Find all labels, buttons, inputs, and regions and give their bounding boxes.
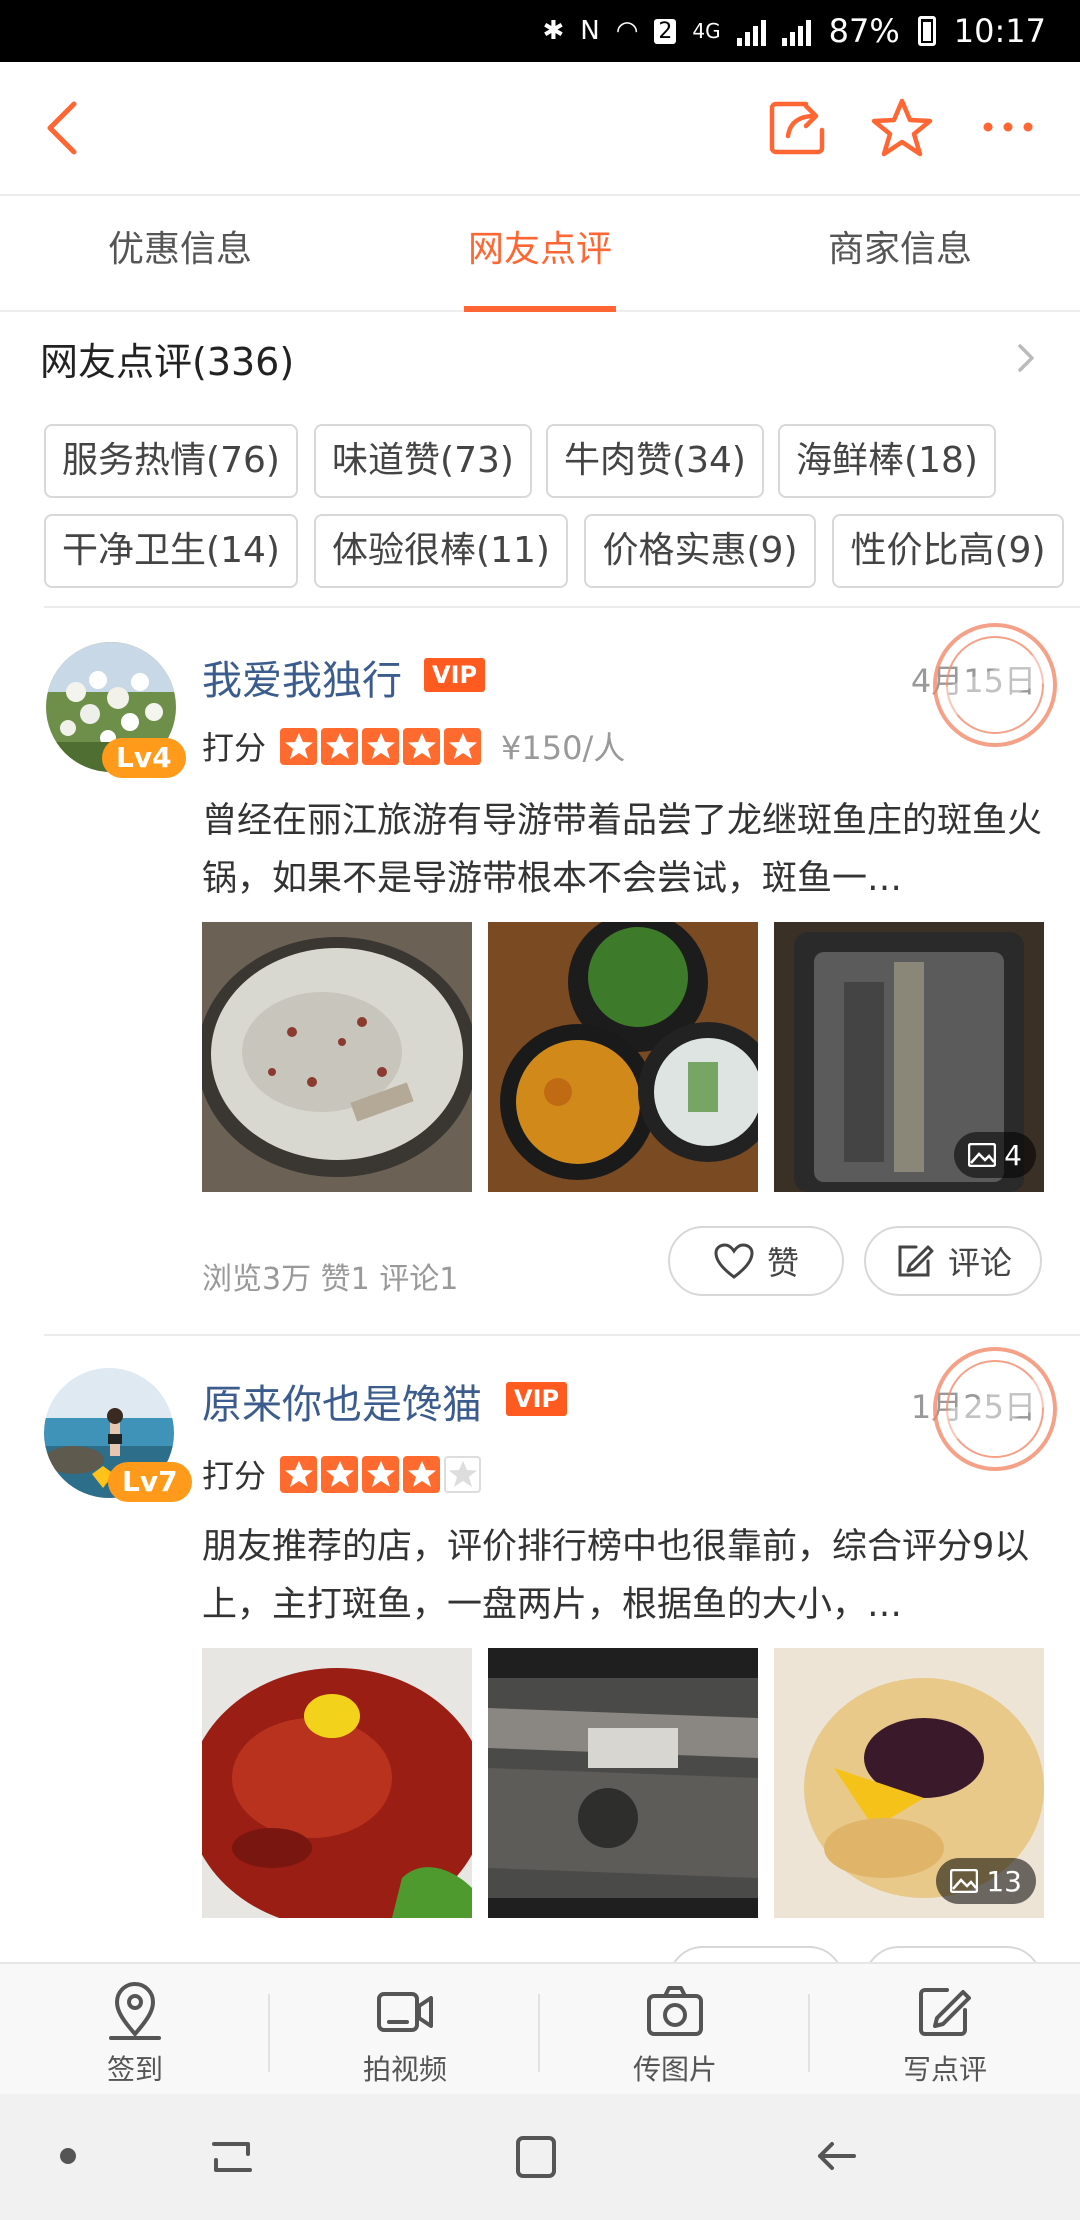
review-card[interactable]: Lv7 原来你也是馋猫 VIP 1月25日 打分 朋友推荐的店，评价排行榜中也很…	[0, 1334, 1080, 2016]
star-icon	[362, 1455, 400, 1493]
top-nav	[0, 62, 1080, 196]
star-icon	[403, 727, 441, 765]
tab-reviews[interactable]: 网友点评	[390, 196, 690, 312]
rating-row: 打分	[202, 1454, 482, 1495]
star-rating	[280, 1455, 482, 1493]
location-pin-icon	[109, 1982, 161, 2040]
tag-chip[interactable]: 性价比高(9)	[832, 514, 1064, 588]
sim-indicator: 2	[654, 18, 677, 44]
clock: 10:17	[953, 12, 1046, 50]
comment-button[interactable]: 评论	[864, 1226, 1042, 1296]
review-username[interactable]: 原来你也是馋猫	[202, 1372, 482, 1430]
tag-chip[interactable]: 价格实惠(9)	[584, 514, 816, 588]
price-per-person: ¥150/人	[501, 729, 626, 767]
battery-icon	[917, 16, 936, 46]
signal-icon	[736, 16, 766, 46]
star-icon	[280, 1455, 318, 1493]
tag-chip[interactable]: 干净卫生(14)	[44, 514, 298, 588]
write-review-button[interactable]: 写点评	[810, 1964, 1080, 2096]
tag-chip[interactable]: 海鲜棒(18)	[778, 424, 996, 498]
review-card[interactable]: Lv4 我爱我独行 VIP 4月15日 打分 ¥150/人 曾经在丽江旅游有导游…	[0, 606, 1080, 1334]
tab-merchant-info[interactable]: 商家信息	[750, 196, 1050, 312]
review-photo[interactable]	[488, 922, 758, 1192]
tag-chip[interactable]: 味道赞(73)	[314, 424, 532, 498]
reviews-header[interactable]: 网友点评(336)	[40, 312, 1040, 404]
score-label: 打分	[202, 1457, 267, 1495]
tag-chip[interactable]: 服务热情(76)	[44, 424, 298, 498]
photo-upload-icon	[647, 1986, 703, 2036]
like-button[interactable]: 赞	[668, 1226, 844, 1296]
quality-review-stamp-icon	[933, 623, 1057, 747]
checkin-button[interactable]: 签到	[0, 1964, 270, 2096]
back-button-icon[interactable]	[812, 2132, 862, 2182]
review-photo[interactable]: 4	[774, 922, 1044, 1192]
level-badge: Lv7	[108, 1462, 192, 1502]
network-type: 4G	[692, 19, 721, 43]
review-photo[interactable]	[202, 1648, 472, 1918]
star-rating	[280, 727, 482, 765]
tab-bar: 优惠信息 网友点评 商家信息	[0, 196, 1080, 312]
quality-review-stamp-icon	[933, 1347, 1057, 1471]
write-review-icon	[919, 1988, 971, 2036]
review-username[interactable]: 我爱我独行	[202, 648, 402, 706]
signal-icon-2	[781, 16, 811, 46]
grilled-fish-image	[488, 1648, 758, 1918]
star-icon	[362, 727, 400, 765]
review-text[interactable]: 曾经在丽江旅游有导游带着品尝了龙继斑鱼庄的斑鱼火锅，如果不是导游带根本不会尝试，…	[202, 792, 1042, 908]
heart-icon	[714, 1243, 754, 1279]
system-nav-bar	[0, 2094, 1080, 2220]
reviews-title: 网友点评(336)	[40, 339, 295, 384]
hotpot-soup-image	[202, 922, 472, 1192]
review-text[interactable]: 朋友推荐的店，评价排行榜中也很靠前，综合评分9以上，主打斑鱼，一盘两片，根据鱼的…	[202, 1518, 1042, 1634]
review-photo[interactable]	[202, 922, 472, 1192]
video-camera-icon	[377, 1992, 433, 2032]
star-icon	[321, 1455, 359, 1493]
chevron-right-icon	[1018, 344, 1034, 372]
upload-photo-button[interactable]: 传图片	[540, 1964, 810, 2096]
star-icon	[321, 727, 359, 765]
image-gallery-icon	[968, 1143, 997, 1167]
recent-apps-icon[interactable]	[208, 2132, 256, 2182]
raw-beef-image	[202, 1648, 472, 1918]
tab-offers[interactable]: 优惠信息	[30, 196, 330, 312]
score-label: 打分	[202, 729, 267, 767]
rating-row: 打分 ¥150/人	[202, 726, 626, 767]
bottom-action-bar: 签到 拍视频 传图片 写点评	[0, 1962, 1080, 2094]
share-icon[interactable]	[766, 96, 828, 158]
review-photos: 4	[202, 922, 1046, 1192]
image-count-badge: 4	[954, 1132, 1036, 1178]
back-arrow-icon[interactable]	[36, 98, 96, 158]
level-badge: Lv4	[102, 738, 186, 778]
tag-chip[interactable]: 牛肉赞(34)	[546, 424, 764, 498]
image-gallery-icon	[950, 1869, 979, 1893]
tag-chip[interactable]: 体验很棒(11)	[314, 514, 568, 588]
review-photo[interactable]: 13	[774, 1648, 1044, 1918]
status-icons: ✱ N ◠ 2 4G	[542, 16, 811, 46]
sauces-dishes-image	[488, 922, 758, 1192]
star-icon	[403, 1455, 441, 1493]
star-icon	[280, 727, 318, 765]
nfc-icon: N	[580, 16, 600, 46]
image-count-badge: 13	[936, 1858, 1036, 1904]
star-empty-icon	[444, 1455, 482, 1493]
battery-percent: 87%	[828, 12, 900, 50]
nav-dot-icon[interactable]	[60, 2148, 76, 2164]
favorite-star-icon[interactable]	[870, 96, 934, 160]
vip-badge: VIP	[424, 658, 486, 692]
status-bar: ✱ N ◠ 2 4G 87% 10:17	[0, 0, 1080, 62]
more-options-icon[interactable]	[982, 112, 1034, 142]
home-button-icon[interactable]	[512, 2132, 560, 2182]
star-icon	[444, 727, 482, 765]
vip-badge: VIP	[506, 1382, 568, 1416]
review-stats: 浏览3万 赞1 评论1	[202, 1262, 459, 1297]
review-photos: 13	[202, 1648, 1046, 1918]
record-video-button[interactable]: 拍视频	[270, 1964, 540, 2096]
wifi-icon: ◠	[615, 16, 639, 46]
edit-comment-icon	[898, 1245, 934, 1277]
review-photo[interactable]	[488, 1648, 758, 1918]
bluetooth-icon: ✱	[542, 16, 565, 46]
